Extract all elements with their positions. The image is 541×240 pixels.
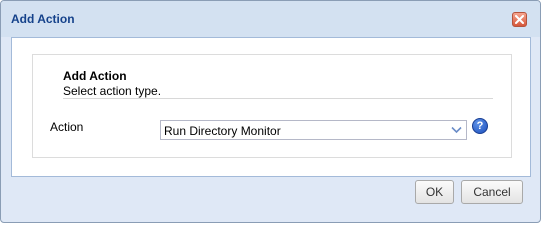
dialog-body: Add Action Select action type. Action Ru…: [11, 37, 531, 177]
close-button[interactable]: [512, 12, 527, 27]
action-type-value: Run Directory Monitor: [164, 124, 281, 138]
section-subtitle: Select action type.: [63, 84, 162, 98]
ok-button[interactable]: OK: [415, 180, 454, 204]
action-type-select[interactable]: Run Directory Monitor: [160, 120, 467, 140]
action-field-label: Action: [50, 120, 84, 134]
chevron-down-icon[interactable]: [451, 126, 462, 134]
section-divider: [63, 98, 493, 99]
action-fieldset: Add Action Select action type. Action Ru…: [32, 54, 512, 158]
help-icon[interactable]: ?: [472, 118, 488, 134]
dialog-titlebar[interactable]: Add Action: [1, 1, 540, 37]
add-action-dialog: Add Action Add Action Select action type…: [0, 0, 541, 223]
section-title: Add Action: [63, 69, 127, 83]
close-icon: [515, 15, 524, 24]
dialog-title: Add Action: [11, 12, 75, 26]
cancel-button[interactable]: Cancel: [461, 180, 523, 204]
